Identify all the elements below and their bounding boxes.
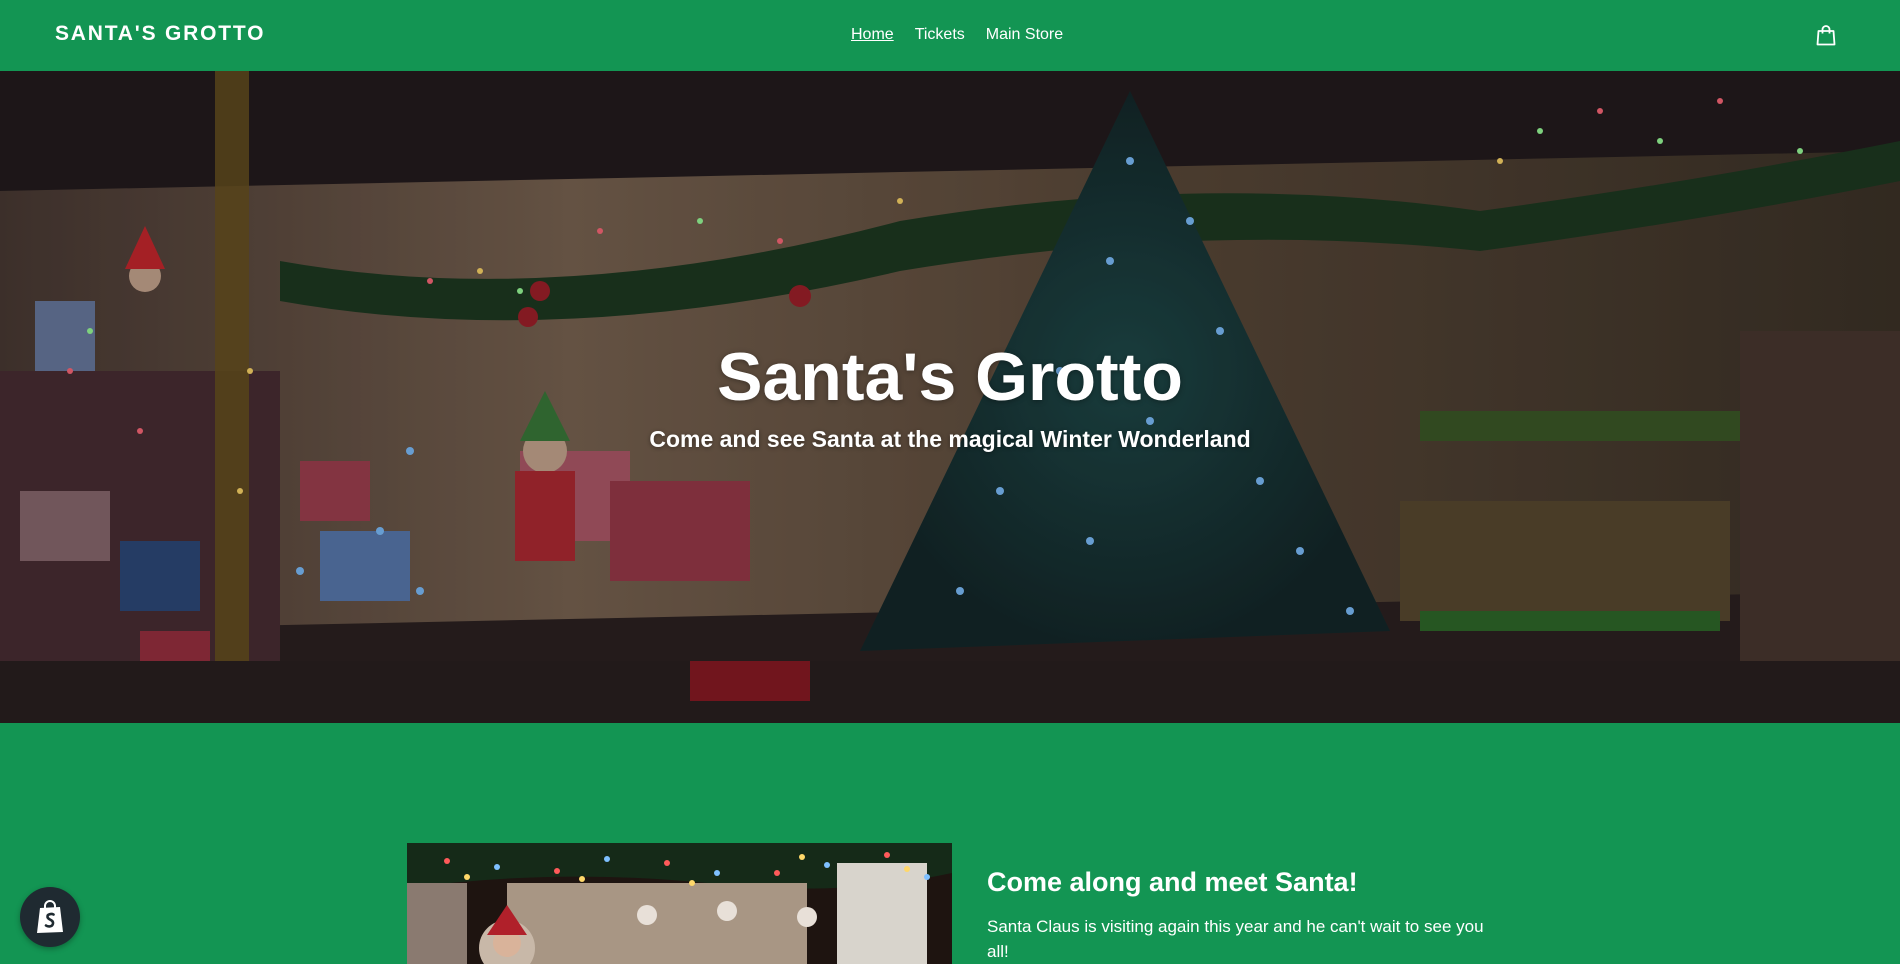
feature-text-block: Come along and meet Santa! Santa Claus i… xyxy=(987,864,1497,964)
shopify-badge-button[interactable] xyxy=(20,887,80,947)
santa-photo xyxy=(407,843,952,964)
main-nav: Home Tickets Main Store xyxy=(851,24,1063,46)
site-logo[interactable]: SANTA'S GROTTO xyxy=(55,22,265,46)
shopify-bag-icon xyxy=(37,900,63,933)
hero-subtitle: Come and see Santa at the magical Winter… xyxy=(649,426,1251,452)
hero-banner: Santa's Grotto Come and see Santa at the… xyxy=(0,71,1900,723)
nav-item-tickets[interactable]: Tickets xyxy=(915,24,965,46)
santa-photo-image xyxy=(407,843,952,964)
nav-item-home[interactable]: Home xyxy=(851,24,894,46)
shopping-bag-icon xyxy=(1816,25,1836,46)
hero-title: Santa's Grotto xyxy=(717,339,1183,415)
feature-heading: Come along and meet Santa! xyxy=(987,867,1358,897)
cart-button[interactable] xyxy=(1816,24,1836,46)
nav-item-main-store[interactable]: Main Store xyxy=(986,24,1063,46)
feature-body: Santa Claus is visiting again this year … xyxy=(987,917,1484,961)
site-header: SANTA'S GROTTO Home Tickets Main Store xyxy=(0,0,1900,71)
